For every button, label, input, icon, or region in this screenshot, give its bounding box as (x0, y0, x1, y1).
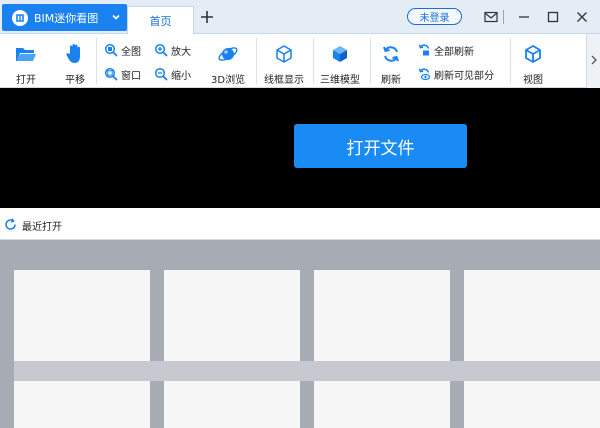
pan-button[interactable]: 平移 (63, 42, 87, 86)
zoom-window-icon (104, 67, 118, 81)
wireframe-cube-icon (272, 42, 296, 66)
zoom-out-label: 缩小 (171, 70, 191, 82)
model-3d-button[interactable]: 三维模型 (320, 42, 360, 86)
recent-files-header: 最近打开 (0, 208, 600, 240)
zoom-in-icon (154, 43, 168, 57)
fit-all-button[interactable]: 全图 (104, 42, 141, 58)
refresh-recent-icon[interactable] (4, 218, 17, 231)
recent-file-card[interactable] (464, 381, 600, 428)
app-name: BIM迷你看图 (34, 11, 99, 25)
refresh-visible-icon (417, 67, 431, 81)
recent-file-card[interactable] (314, 381, 450, 428)
ribbon-toolbar: 打开 平移 全图 窗口 放大 缩小 3D浏览 线框显示 三维模型 刷新 全部刷新… (0, 34, 600, 88)
close-icon[interactable] (572, 7, 592, 27)
titlebar-divider (503, 10, 504, 24)
wireframe-label: 线框显示 (264, 75, 304, 86)
ribbon-divider (510, 38, 511, 84)
model-3d-label: 三维模型 (320, 75, 360, 86)
wireframe-button[interactable]: 线框显示 (264, 42, 304, 86)
add-tab-icon[interactable] (199, 9, 215, 25)
zoom-in-label: 放大 (171, 46, 191, 58)
tab-home[interactable]: 首页 (127, 6, 194, 34)
recent-file-card[interactable] (464, 270, 600, 361)
open-button[interactable]: 打开 (14, 42, 38, 86)
hand-icon (63, 42, 87, 66)
zoom-out-icon (154, 67, 168, 81)
window-zoom-label: 窗口 (121, 70, 141, 82)
refresh-all-label: 全部刷新 (434, 46, 474, 58)
view-label: 视图 (523, 75, 543, 86)
ribbon-divider (96, 38, 97, 84)
view-cube-icon (521, 42, 545, 66)
welcome-banner: 打开文件 (0, 88, 600, 208)
ribbon-divider (370, 38, 371, 84)
ribbon-divider (256, 38, 257, 84)
refresh-label: 刷新 (381, 75, 401, 86)
recent-file-card[interactable] (164, 381, 300, 428)
chevron-right-icon (590, 55, 598, 68)
window-zoom-button[interactable]: 窗口 (104, 66, 141, 82)
ribbon-more-button[interactable] (586, 34, 600, 88)
recent-file-card[interactable] (314, 270, 450, 361)
recent-files-label: 最近打开 (22, 222, 62, 233)
refresh-visible-label: 刷新可见部分 (434, 70, 494, 82)
refresh-visible-button[interactable]: 刷新可见部分 (417, 66, 494, 82)
solid-cube-icon (328, 42, 352, 66)
maximize-icon[interactable] (543, 7, 563, 27)
refresh-button[interactable]: 刷新 (379, 42, 403, 86)
open-file-button[interactable]: 打开文件 (294, 124, 467, 168)
view-button[interactable]: 视图 (521, 42, 545, 86)
refresh-all-button[interactable]: 全部刷新 (417, 42, 474, 58)
refresh-all-icon (417, 43, 431, 57)
browse-3d-label: 3D浏览 (211, 75, 246, 86)
login-button[interactable]: 未登录 (407, 8, 462, 25)
orbit-icon (216, 42, 240, 66)
zoom-in-button[interactable]: 放大 (154, 42, 191, 58)
message-icon[interactable] (481, 7, 501, 27)
pan-label: 平移 (65, 75, 85, 86)
recent-files-grid (0, 240, 600, 428)
refresh-icon (379, 42, 403, 66)
minimize-icon[interactable] (514, 7, 534, 27)
browse-3d-button[interactable]: 3D浏览 (211, 42, 245, 86)
recent-file-card[interactable] (14, 381, 150, 428)
grid-row-gap (14, 361, 600, 381)
zoom-out-button[interactable]: 缩小 (154, 66, 191, 82)
app-logo-icon (12, 9, 28, 26)
chevron-down-icon (111, 12, 121, 25)
app-menu-button[interactable]: BIM迷你看图 (2, 4, 127, 31)
open-label: 打开 (16, 75, 36, 86)
ribbon-divider (313, 38, 314, 84)
recent-file-card[interactable] (14, 270, 150, 361)
zoom-extents-icon (104, 43, 118, 57)
folder-open-icon (14, 42, 38, 66)
fit-all-label: 全图 (121, 46, 141, 58)
recent-file-card[interactable] (164, 270, 300, 361)
title-bar: BIM迷你看图 首页 未登录 (0, 0, 600, 34)
